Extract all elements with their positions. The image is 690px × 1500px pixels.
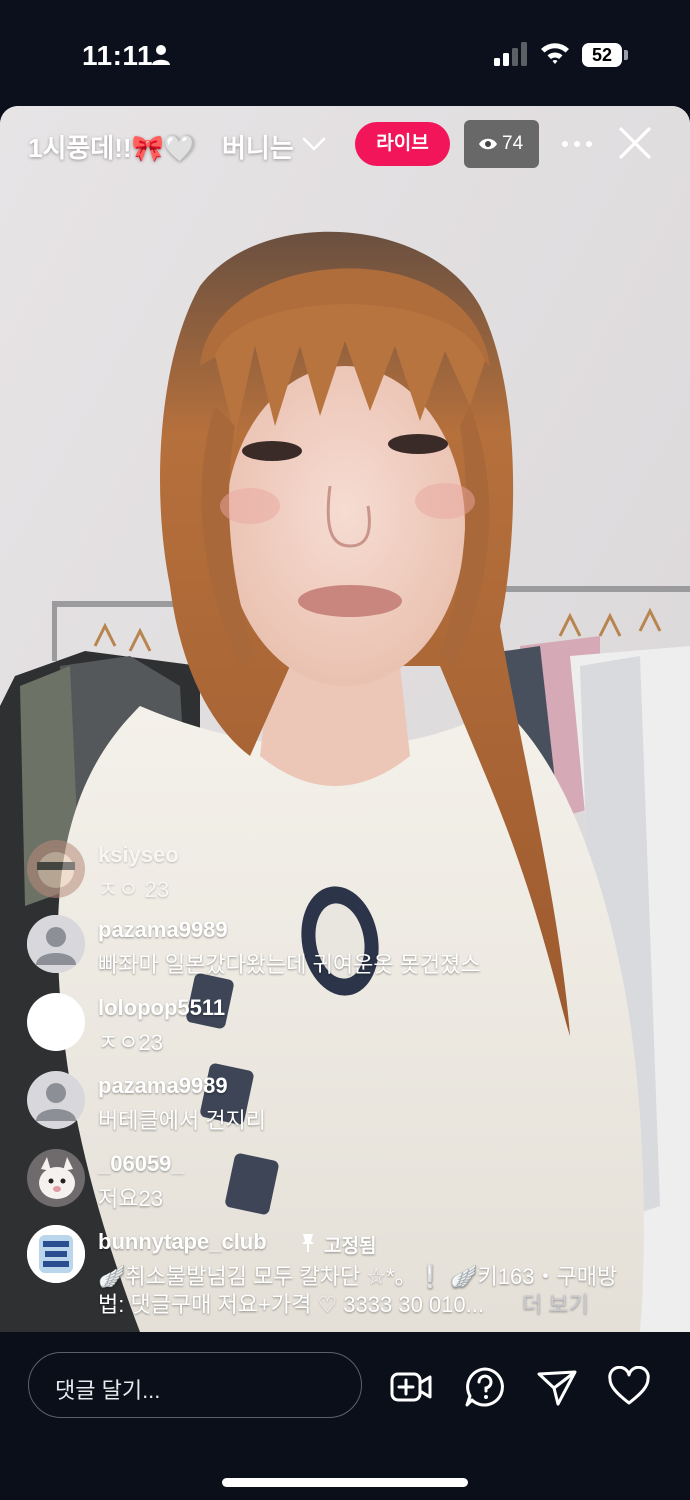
comment-username[interactable]: pazama9989	[98, 1073, 228, 1099]
live-title: 1시풍데!!🎀🤍	[28, 133, 197, 163]
viewer-count-badge[interactable]: 74	[464, 120, 539, 168]
person-icon	[152, 45, 170, 65]
share-send-icon[interactable]	[536, 1366, 578, 1408]
cellular-signal-icon	[494, 42, 527, 66]
video-scene	[0, 106, 690, 1332]
battery-indicator: 52	[582, 43, 622, 67]
avatar[interactable]	[27, 1149, 85, 1207]
avatar[interactable]	[27, 1071, 85, 1129]
comment-username[interactable]: _06059_	[98, 1151, 184, 1177]
broadcaster-name[interactable]: 버니는	[222, 128, 294, 165]
comment-text: 저요23	[98, 1186, 163, 1211]
avatar-image	[27, 840, 85, 898]
default-avatar-icon	[27, 915, 85, 973]
home-indicator	[222, 1478, 468, 1487]
comment-input-placeholder: 댓글 달기...	[55, 1378, 161, 1403]
comment-text: 버테클에서 건지리	[98, 1108, 267, 1133]
comment-text: 빠좌마 일본갔다왔는데 귀여운옷 못건졌스	[98, 952, 481, 977]
battery-tip	[624, 50, 628, 60]
avatar[interactable]	[27, 1225, 85, 1283]
comment-input[interactable]: 댓글 달기...	[28, 1352, 362, 1418]
more-options-icon[interactable]	[560, 134, 594, 154]
comment-username[interactable]: lolopop5511	[98, 995, 225, 1021]
question-icon[interactable]	[464, 1366, 506, 1408]
eye-icon	[479, 138, 497, 150]
pin-icon	[302, 1234, 314, 1252]
avatar[interactable]	[27, 840, 85, 898]
live-video[interactable]	[0, 106, 690, 1332]
close-icon[interactable]	[618, 126, 652, 160]
avatar[interactable]	[27, 993, 85, 1051]
comment-username[interactable]: ksiyseo	[98, 842, 179, 868]
pinned-label: 고정됨	[324, 1236, 377, 1257]
live-header: 1시풍데!!🎀🤍 버니는 라이브 74	[0, 106, 690, 186]
avatar-image	[27, 1149, 85, 1207]
chevron-down-icon[interactable]	[302, 136, 326, 152]
heart-icon[interactable]	[608, 1366, 650, 1408]
default-avatar-icon	[27, 1071, 85, 1129]
add-guest-video-icon[interactable]	[390, 1366, 432, 1408]
comment-username[interactable]: pazama9989	[98, 917, 228, 943]
live-badge: 라이브	[355, 122, 450, 166]
comment-username[interactable]: bunnytape_club	[98, 1229, 267, 1255]
status-bar: 11:11 52	[0, 0, 690, 106]
see-more-link[interactable]: 더 보기	[522, 1287, 589, 1319]
brand-logo-image	[27, 1225, 85, 1283]
comment-text: ㅈㅇ23	[98, 1030, 163, 1055]
status-time: 11:11	[82, 40, 154, 71]
comment-composer-bar: 댓글 달기...	[0, 1332, 690, 1500]
wifi-icon	[541, 43, 569, 64]
comment-text: ㅈㅇ 23	[98, 877, 170, 902]
avatar[interactable]	[27, 915, 85, 973]
viewer-count: 74	[502, 133, 524, 154]
pinned-text-line2: 법: 댓글구매 저요+가격 ♡ 3333 30 010...	[98, 1292, 484, 1317]
